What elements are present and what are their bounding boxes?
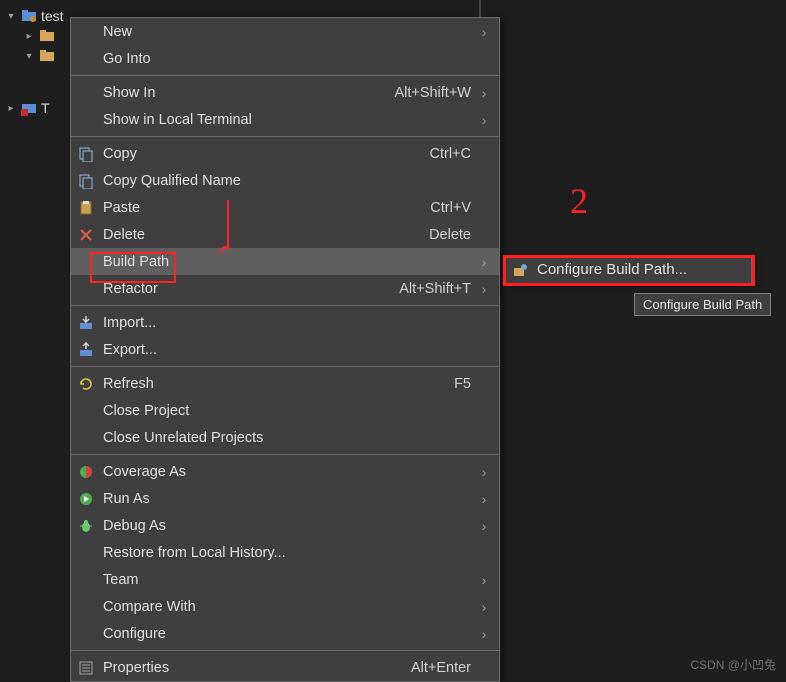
tree-label: T — [41, 100, 50, 116]
context-menu: New› Go Into Show InAlt+Shift+W› Show in… — [70, 17, 500, 682]
annotation-number-2: 2 — [570, 180, 588, 222]
separator — [71, 454, 499, 455]
menu-close-project[interactable]: Close Project — [71, 397, 499, 424]
separator — [71, 305, 499, 306]
menu-new[interactable]: New› — [71, 18, 499, 45]
chevron-right-icon: › — [477, 518, 491, 534]
chevron-right-icon: › — [477, 24, 491, 40]
chevron-down-icon: ▾ — [23, 51, 35, 62]
annotation-box-1 — [90, 252, 176, 283]
delete-icon — [73, 227, 99, 243]
folder-icon — [39, 28, 55, 44]
chevron-right-icon: › — [477, 464, 491, 480]
menu-run-as[interactable]: Run As› — [71, 485, 499, 512]
menu-copy-qn[interactable]: Copy Qualified Name — [71, 167, 499, 194]
refresh-icon — [73, 376, 99, 392]
menu-export[interactable]: Export... — [71, 336, 499, 363]
menu-delete[interactable]: DeleteDelete — [71, 221, 499, 248]
export-icon — [73, 342, 99, 358]
folder-icon — [39, 48, 55, 64]
chevron-right-icon: › — [477, 281, 491, 297]
menu-show-terminal[interactable]: Show in Local Terminal› — [71, 106, 499, 133]
chevron-right-icon: › — [477, 491, 491, 507]
chevron-right-icon: › — [477, 626, 491, 642]
chevron-right-icon: ▸ — [5, 103, 17, 114]
menu-debug-as[interactable]: Debug As› — [71, 512, 499, 539]
menu-go-into[interactable]: Go Into — [71, 45, 499, 72]
project-icon — [21, 8, 37, 24]
properties-icon — [73, 660, 99, 676]
chevron-right-icon: › — [477, 254, 491, 270]
menu-team[interactable]: Team› — [71, 566, 499, 593]
menu-configure[interactable]: Configure› — [71, 620, 499, 647]
watermark: CSDN @小凹兔 — [690, 656, 776, 673]
copy-qn-icon — [73, 173, 99, 189]
chevron-right-icon: › — [477, 572, 491, 588]
separator — [71, 650, 499, 651]
annotation-number-1 — [218, 195, 238, 255]
menu-refresh[interactable]: RefreshF5 — [71, 370, 499, 397]
menu-compare[interactable]: Compare With› — [71, 593, 499, 620]
chevron-right-icon: › — [477, 599, 491, 615]
bug-icon — [73, 518, 99, 534]
chevron-right-icon: › — [477, 112, 491, 128]
coverage-icon — [73, 464, 99, 480]
menu-coverage[interactable]: Coverage As› — [71, 458, 499, 485]
menu-properties[interactable]: PropertiesAlt+Enter — [71, 654, 499, 681]
chevron-down-icon: ▾ — [5, 11, 17, 22]
copy-icon — [73, 146, 99, 162]
project-error-icon — [21, 100, 37, 116]
chevron-right-icon: ▸ — [23, 31, 35, 42]
menu-import[interactable]: Import... — [71, 309, 499, 336]
chevron-right-icon: › — [477, 85, 491, 101]
import-icon — [73, 315, 99, 331]
tree-label: test — [41, 8, 64, 24]
annotation-box-2 — [503, 255, 755, 286]
paste-icon — [73, 200, 99, 216]
menu-close-unrelated[interactable]: Close Unrelated Projects — [71, 424, 499, 451]
menu-restore[interactable]: Restore from Local History... — [71, 539, 499, 566]
run-icon — [73, 491, 99, 507]
separator — [71, 366, 499, 367]
menu-copy[interactable]: CopyCtrl+C — [71, 140, 499, 167]
menu-paste[interactable]: PasteCtrl+V — [71, 194, 499, 221]
menu-show-in[interactable]: Show InAlt+Shift+W› — [71, 79, 499, 106]
tooltip: Configure Build Path — [634, 293, 771, 316]
separator — [71, 136, 499, 137]
separator — [71, 75, 499, 76]
